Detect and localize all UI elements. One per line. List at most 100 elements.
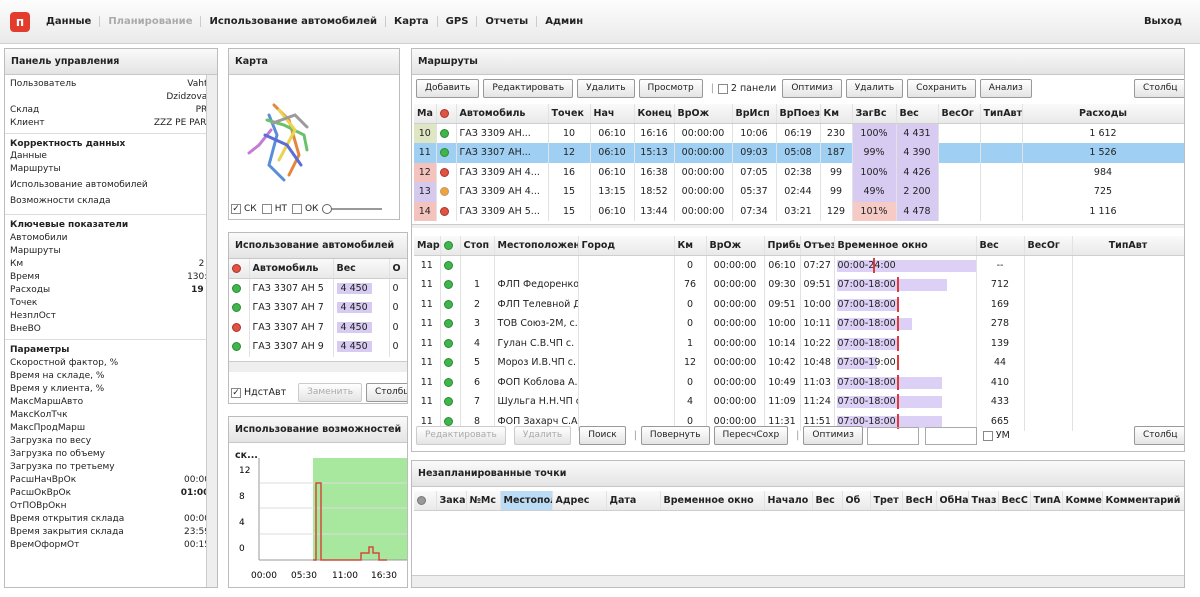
stop-row[interactable]: 11 4 Гулан С.В.ЧП с. 1 00:00:00 10:14 10:22 07:… — [414, 333, 1184, 353]
unplanned-col-header[interactable]: Тназ — [968, 491, 999, 511]
routes-col-header[interactable]: Конец — [634, 104, 675, 124]
unplanned-col-header[interactable]: Временное окно — [660, 491, 765, 511]
weight-col-header[interactable]: Вес — [333, 259, 390, 279]
unplanned-col-header[interactable]: Комме — [1062, 491, 1103, 511]
nav-map[interactable]: Карта — [385, 16, 437, 27]
um-checkbox[interactable] — [982, 430, 993, 441]
control-panel-scrollbar[interactable] — [206, 75, 217, 587]
stops-col-header[interactable]: Временное окно — [834, 236, 977, 256]
route-row[interactable]: 13 ГАЗ 3309 АН 4... 15 13:15 18:52 00:00:00 05… — [414, 182, 1184, 202]
stop-row[interactable]: 11 1 ФЛП Федоренко 76 00:00:00 09:30 09:51 07:0… — [414, 275, 1184, 295]
nav-data[interactable]: Данные — [38, 16, 99, 27]
routes-col-header[interactable]: ТипАвт — [980, 104, 1023, 124]
search-stop-button[interactable]: Поиск — [579, 426, 626, 445]
routes-col-header[interactable]: ВрПоез — [776, 104, 821, 124]
stops-input-2[interactable] — [924, 426, 977, 445]
routes-col-header[interactable]: ВрОж — [674, 104, 733, 124]
nav-reports[interactable]: Отчеты — [476, 16, 536, 27]
optimize-route-button[interactable]: Оптимиз — [782, 79, 842, 98]
stops-col-header[interactable]: Прибы — [764, 236, 801, 256]
param-row[interactable]: МаксКолТчк — [5, 409, 217, 422]
add-route-button[interactable]: Добавить — [416, 79, 480, 98]
vehicle-usage-row[interactable]: ГАЗ 3307 АН 74 450 0 — [229, 317, 407, 337]
routes-col-header[interactable]: ВесОг — [938, 104, 981, 124]
routes-columns-button[interactable]: Столбц — [1134, 79, 1184, 98]
stops-col-header[interactable]: Вес — [976, 236, 1025, 256]
unplanned-col-header[interactable]: Зака — [436, 491, 467, 511]
routes-col-header[interactable]: Точек — [548, 104, 591, 124]
route-row[interactable]: 11 ГАЗ 3307 АН... 12 06:10 15:13 00:00:00 09:0… — [414, 143, 1184, 163]
param-row[interactable]: Время на складе, % — [5, 370, 217, 383]
unplanned-col-header[interactable]: ОбНа — [936, 491, 969, 511]
optimize-stops-button[interactable]: Оптимиз — [803, 426, 863, 445]
validity-vehicle-usage[interactable]: Использование автомобилей — [5, 179, 217, 195]
unplanned-col-header[interactable]: Начало — [764, 491, 813, 511]
validity-warehouse[interactable]: Возможности склада — [5, 195, 217, 211]
ndst-checkbox[interactable] — [231, 387, 241, 398]
routes-col-header[interactable]: Автомобиль — [456, 104, 549, 124]
edit-stop-button[interactable]: Редактировать — [416, 426, 506, 445]
stops-col-header[interactable]: ВесОг — [1024, 236, 1073, 256]
delete-stop-button[interactable]: Удалить — [513, 426, 572, 445]
unplanned-col-header[interactable]: ВесН — [902, 491, 937, 511]
unplanned-col-header[interactable]: ВесС — [998, 491, 1031, 511]
stops-col-header[interactable]: Км — [674, 236, 707, 256]
param-row[interactable]: ОтПОВрОкнН — [5, 500, 217, 513]
param-row[interactable]: Загрузка по весу1 — [5, 435, 217, 448]
validity-data[interactable]: Данные — [5, 150, 217, 163]
routes-col-header[interactable]: Расходы — [1022, 104, 1184, 124]
two-panels-checkbox[interactable] — [717, 83, 728, 94]
delete-route-button[interactable]: Удалить — [577, 79, 635, 98]
nav-vehicle-usage[interactable]: Использование автомобилей — [200, 16, 385, 27]
stops-input-1[interactable] — [866, 426, 919, 445]
recalc-save-button[interactable]: ПересчСохр — [713, 426, 789, 445]
nav-admin[interactable]: Админ — [536, 16, 591, 27]
param-row[interactable]: Скоростной фактор, % — [5, 357, 217, 370]
usage-columns-button[interactable]: Столбц — [366, 383, 407, 402]
unplanned-col-header[interactable]: ТипА — [1030, 491, 1063, 511]
stops-col-header[interactable]: Город — [578, 236, 675, 256]
route-row[interactable]: 10 ГАЗ 3309 АН... 10 06:10 16:16 00:00:00 10:0… — [414, 123, 1184, 143]
param-row[interactable]: Загрузка по третьему1 — [5, 461, 217, 474]
edit-route-button[interactable]: Редактировать — [483, 79, 574, 98]
stop-row[interactable]: 11 3 ТОВ Союз-2М, с. 0 00:00:00 10:00 10:11 07:… — [414, 314, 1184, 334]
sk-checkbox[interactable] — [231, 204, 241, 214]
vehicle-usage-row[interactable]: ГАЗ 3307 АН 94 450 0 — [229, 337, 407, 357]
route-row[interactable]: 12 ГАЗ 3309 АН 4... 16 06:10 16:38 00:00:00 07… — [414, 162, 1184, 182]
stop-row[interactable]: 11 6 ФОП Коблова А. 0 00:00:00 10:49 11:03 07:0… — [414, 372, 1184, 392]
o-col-header[interactable]: О — [389, 259, 407, 279]
param-row[interactable]: РасшОкВрОк 01:00: — [5, 487, 217, 500]
stops-col-header[interactable] — [440, 236, 461, 256]
unplanned-col-header[interactable]: Трет — [870, 491, 903, 511]
routes-col-header[interactable] — [436, 104, 457, 124]
unplanned-col-header[interactable] — [414, 491, 437, 511]
param-row[interactable]: РасшНачВрОк 00:00: — [5, 474, 217, 487]
vehicle-usage-hscroll[interactable] — [229, 361, 407, 372]
vehicle-usage-row[interactable]: ГАЗ 3307 АН 54 450 0 — [229, 278, 407, 298]
stops-columns-button[interactable]: Столбц — [1134, 426, 1184, 445]
ok-checkbox[interactable] — [291, 204, 302, 214]
param-row[interactable]: МаксПродМарш — [5, 422, 217, 435]
map-zoom-slider[interactable] — [322, 204, 383, 214]
stops-col-header[interactable]: ТипАвт — [1072, 236, 1184, 256]
unplanned-col-header[interactable]: Местопол — [500, 491, 553, 511]
nav-planning[interactable]: Планирование — [99, 16, 200, 27]
param-row[interactable]: Загрузка по объему1 — [5, 448, 217, 461]
routes-col-header[interactable]: ВрИсп — [732, 104, 777, 124]
car-col-header[interactable]: Автомобиль — [249, 259, 334, 279]
delete-route-button-2[interactable]: Удалить — [845, 79, 904, 98]
routes-col-header[interactable]: Ма — [414, 104, 437, 124]
route-row[interactable]: 14 ГАЗ 3309 АН 5... 15 06:10 13:44 00:00:00 07… — [414, 201, 1184, 221]
routes-hscroll[interactable] — [412, 224, 1184, 228]
routes-col-header[interactable]: ЗагВс — [852, 104, 897, 124]
unplanned-col-header[interactable]: Комментарий — [1102, 491, 1184, 511]
analyze-route-button[interactable]: Анализ — [979, 79, 1032, 98]
stops-col-header[interactable]: ВрОж — [706, 236, 765, 256]
routes-col-header[interactable]: Км — [820, 104, 853, 124]
routes-col-header[interactable]: Вес — [896, 104, 939, 124]
param-row[interactable]: Время у клиента, %1 — [5, 383, 217, 396]
stop-row[interactable]: 11 7 Шульга Н.Н.ЧП с 4 00:00:00 11:09 11:24 07:… — [414, 392, 1184, 412]
validity-routes[interactable]: Маршруты — [5, 163, 217, 179]
unplanned-col-header[interactable]: №Мс — [466, 491, 501, 511]
param-row[interactable]: МаксМаршАвто — [5, 396, 217, 409]
